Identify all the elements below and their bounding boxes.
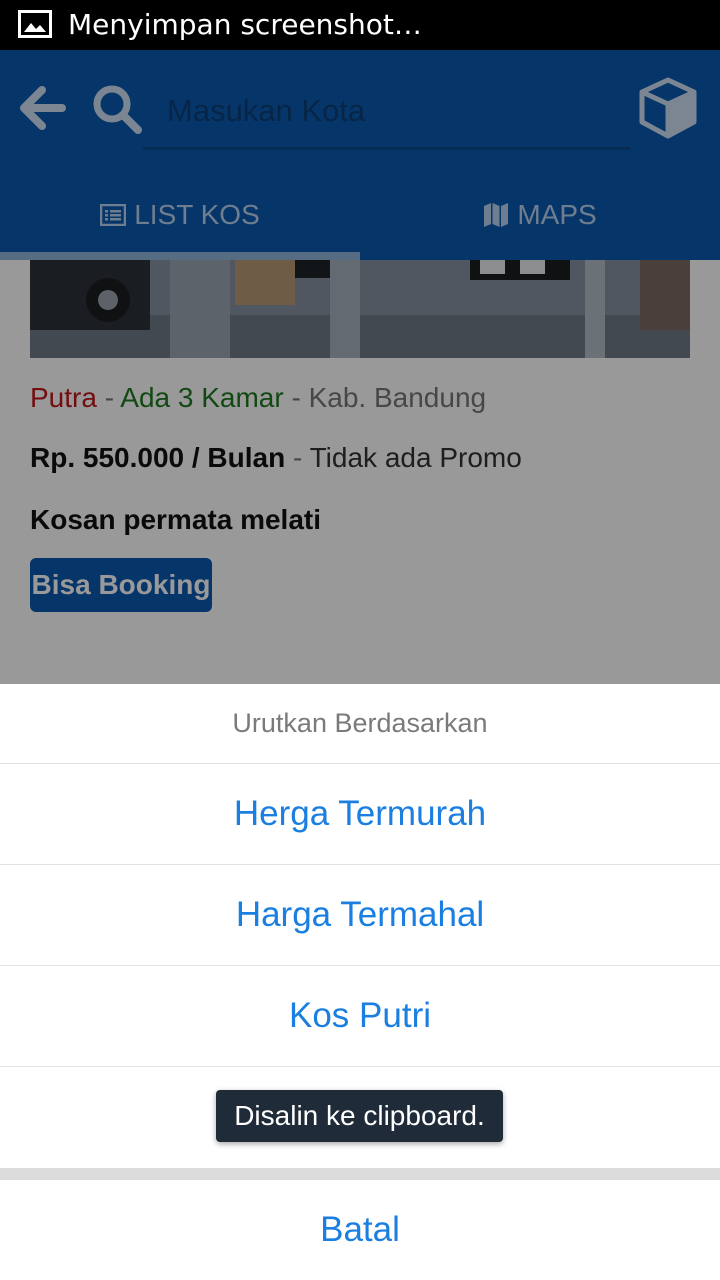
modal-backdrop[interactable] [0,50,720,684]
status-text: Menyimpan screenshot… [68,8,422,41]
sheet-header: Urutkan Berdasarkan [0,684,720,764]
sort-action-sheet: Urutkan Berdasarkan Herga Termurah Harga… [0,684,720,1280]
image-icon [18,10,52,38]
sort-option-cheapest[interactable]: Herga Termurah [0,764,720,865]
cancel-button[interactable]: Batal [0,1180,720,1280]
sheet-divider [0,1168,720,1180]
status-bar: Menyimpan screenshot… [0,0,720,50]
toast-message: Disalin ke clipboard. [216,1090,503,1142]
sort-option-most-expensive[interactable]: Harga Termahal [0,865,720,966]
sort-option-kos-putri[interactable]: Kos Putri [0,966,720,1067]
